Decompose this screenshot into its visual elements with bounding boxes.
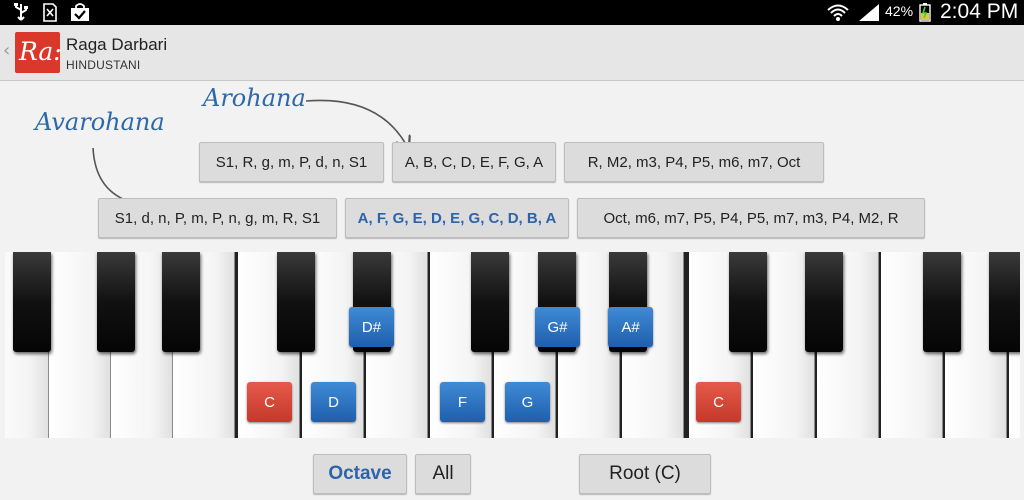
piano-black-key[interactable]	[97, 252, 135, 352]
note-marker-c[interactable]: C	[247, 382, 292, 422]
piano-black-key[interactable]	[923, 252, 961, 352]
battery-percent: 42%	[885, 3, 914, 19]
usb-icon	[14, 3, 28, 21]
sd-card-icon	[43, 3, 57, 22]
app-logo[interactable]: Ra:	[15, 32, 62, 73]
piano-black-key[interactable]	[277, 252, 315, 352]
arohana-annotation: Arohana	[203, 84, 306, 112]
piano-black-key[interactable]	[13, 252, 51, 352]
octave-button[interactable]: Octave	[313, 454, 407, 494]
arohana-notes-button[interactable]: A, B, C, D, E, F, G, A	[392, 142, 556, 182]
back-chevron-icon[interactable]: ‹	[3, 40, 10, 61]
piano-keyboard[interactable]: C D D# F G G# A# C	[5, 252, 1020, 438]
status-bar: 42% 2:04 PM	[0, 0, 1024, 25]
piano-black-key[interactable]	[729, 252, 767, 352]
note-marker-d[interactable]: D	[311, 382, 356, 422]
piano-black-key[interactable]	[471, 252, 509, 352]
note-marker-d-sharp[interactable]: D#	[349, 307, 394, 347]
arohana-intervals-button[interactable]: R, M2, m3, P4, P5, m6, m7, Oct	[564, 142, 824, 182]
arohana-sargam-button[interactable]: S1, R, g, m, P, d, n, S1	[199, 142, 384, 182]
page-title: Raga Darbari	[66, 35, 168, 54]
wifi-icon	[827, 4, 849, 21]
note-marker-g-sharp[interactable]: G#	[535, 307, 580, 347]
piano-black-key[interactable]	[162, 252, 200, 352]
arohana-arrow	[305, 99, 408, 148]
battery-icon	[919, 3, 931, 22]
note-marker-g[interactable]: G	[505, 382, 550, 422]
shopping-bag-icon	[71, 3, 89, 21]
clock: 2:04 PM	[940, 0, 1019, 23]
avarohana-intervals-button[interactable]: Oct, m6, m7, P5, P4, P5, m7, m3, P4, M2,…	[577, 198, 925, 238]
avarohana-sargam-button[interactable]: S1, d, n, P, m, P, n, g, m, R, S1	[98, 198, 337, 238]
piano-black-key[interactable]	[805, 252, 843, 352]
root-note-button[interactable]: Root (C)	[579, 454, 711, 494]
all-button[interactable]: All	[415, 454, 471, 494]
avarohana-notes-button[interactable]: A, F, G, E, D, E, G, C, D, B, A	[345, 198, 569, 238]
avarohana-annotation: Avarohana	[35, 108, 165, 136]
note-marker-a-sharp[interactable]: A#	[608, 307, 653, 347]
note-marker-f[interactable]: F	[440, 382, 485, 422]
action-bar: ‹ Ra: Raga Darbari HINDUSTANI	[0, 25, 1024, 81]
page-subtitle: HINDUSTANI	[66, 58, 141, 72]
signal-icon	[859, 4, 879, 21]
note-marker-c-high[interactable]: C	[696, 382, 741, 422]
piano-black-key[interactable]	[989, 252, 1020, 352]
